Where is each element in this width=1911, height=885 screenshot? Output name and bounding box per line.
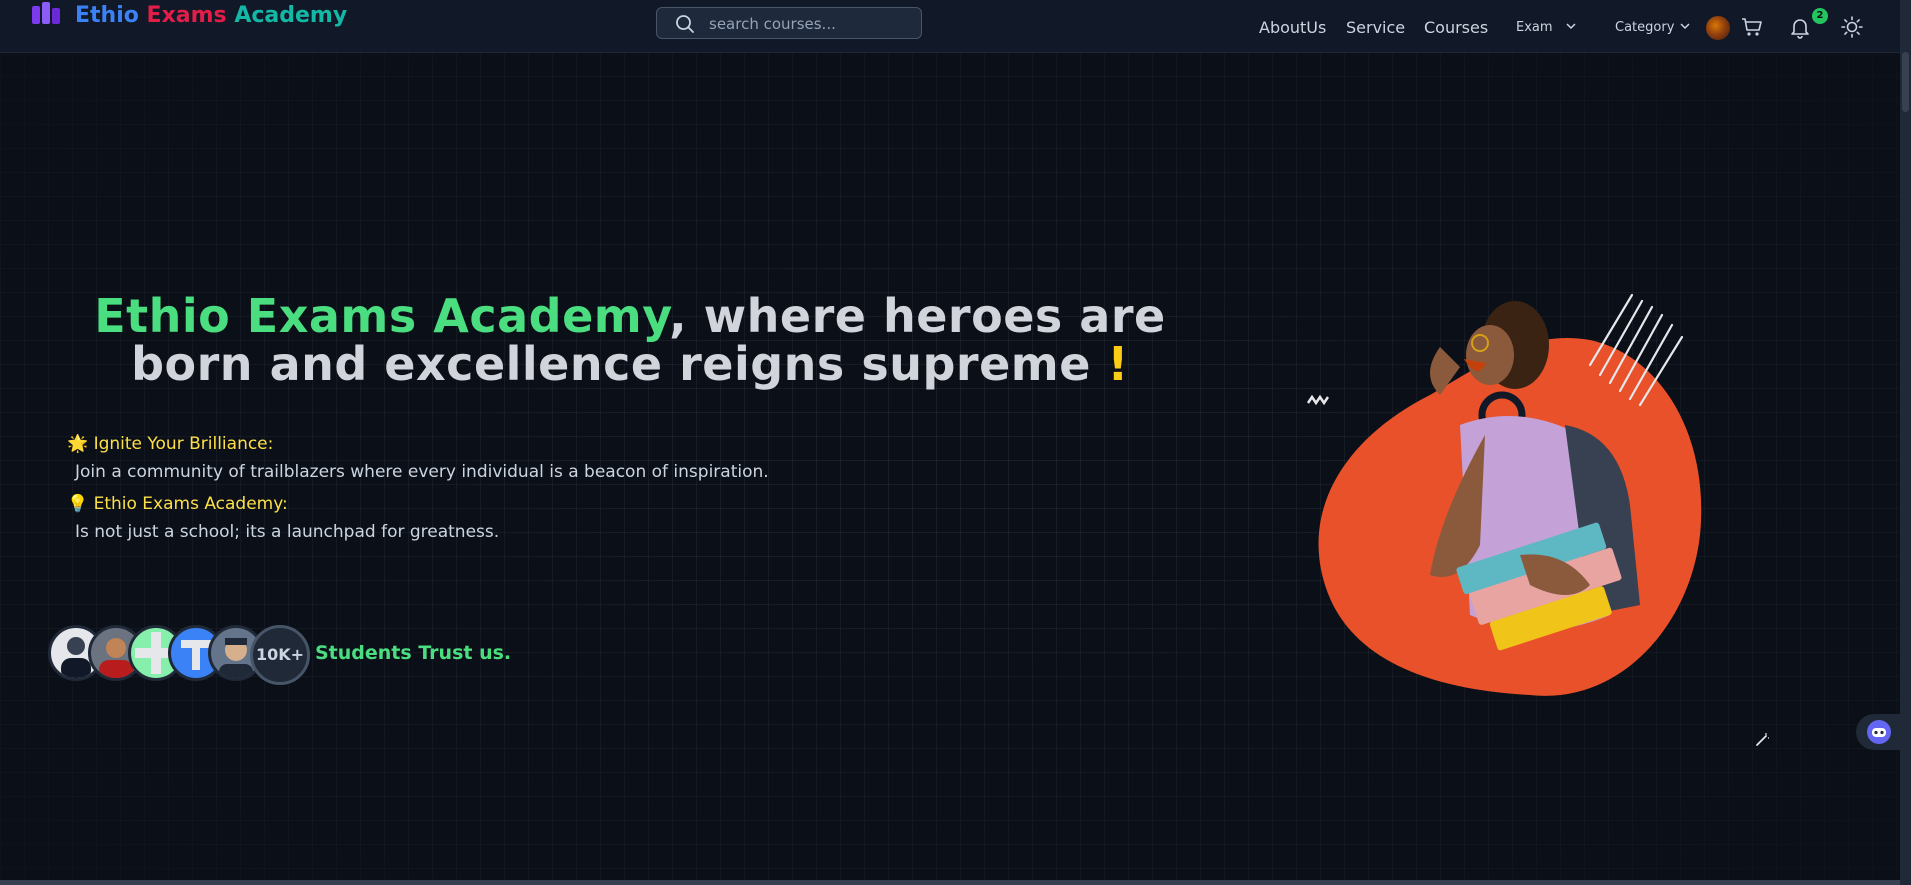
student-avatars: 10K+ [48,625,318,687]
brand-part-academy: Academy [234,3,348,28]
magic-wand-icon[interactable] [1754,732,1770,748]
nav-link-aboutus[interactable]: AboutUs [1259,18,1326,37]
feature-title-text: Ethio Exams Academy: [93,494,288,514]
trust-text: Students Trust us. [315,642,512,664]
chat-widget-button[interactable] [1856,714,1900,750]
nav-link-service[interactable]: Service [1346,18,1405,37]
chevron-down-icon [1680,23,1690,30]
hero-illustration [1306,293,1702,696]
user-avatar[interactable] [1706,16,1730,40]
brand-part-exams: Exams [146,3,227,28]
search-input[interactable] [707,13,911,35]
feature-title-2: 💡 Ethio Exams Academy: [67,494,288,514]
headline-highlight: Ethio Exams Academy [94,289,670,343]
nav-link-courses[interactable]: Courses [1424,18,1488,37]
cart-icon[interactable] [1741,17,1763,37]
bell-icon[interactable] [1790,17,1810,39]
hero-headline: Ethio Exams Academy, where heroes are bo… [60,292,1200,388]
category-label: Category [1615,20,1675,35]
headline-exclamation: ! [1107,337,1129,391]
feature-title-1: 🌟 Ignite Your Brilliance: [67,434,273,454]
search-box[interactable] [656,7,922,39]
feature-title-text: Ignite Your Brilliance: [93,434,274,454]
bottom-divider [0,880,1900,885]
feature-desc-1: Join a community of trailblazers where e… [75,462,769,482]
feature-desc-2: Is not just a school; its a launchpad fo… [75,522,500,542]
student-count-badge: 10K+ [250,625,310,685]
chevron-down-icon [1566,23,1576,30]
brand-name[interactable]: Ethio Exams Academy [75,3,347,28]
top-navbar: Ethio Exams Academy AboutUs Service Cour… [0,0,1900,53]
star-icon: 🌟 [67,434,89,454]
exam-label: Exam [1516,20,1553,35]
nav-dropdown-category[interactable]: Category [1615,20,1691,35]
nav-dropdown-exam[interactable]: Exam [1516,20,1577,35]
notification-badge: 2 [1812,8,1828,24]
logo-icon[interactable] [30,0,62,28]
page-scrollbar[interactable] [1900,0,1911,885]
lightbulb-icon: 💡 [67,494,89,514]
brand-part-ethio: Ethio [75,3,139,28]
search-icon [676,15,694,33]
scrollbar-thumb[interactable] [1902,52,1909,112]
chatbot-icon [1867,720,1891,744]
sun-icon[interactable] [1841,16,1863,38]
